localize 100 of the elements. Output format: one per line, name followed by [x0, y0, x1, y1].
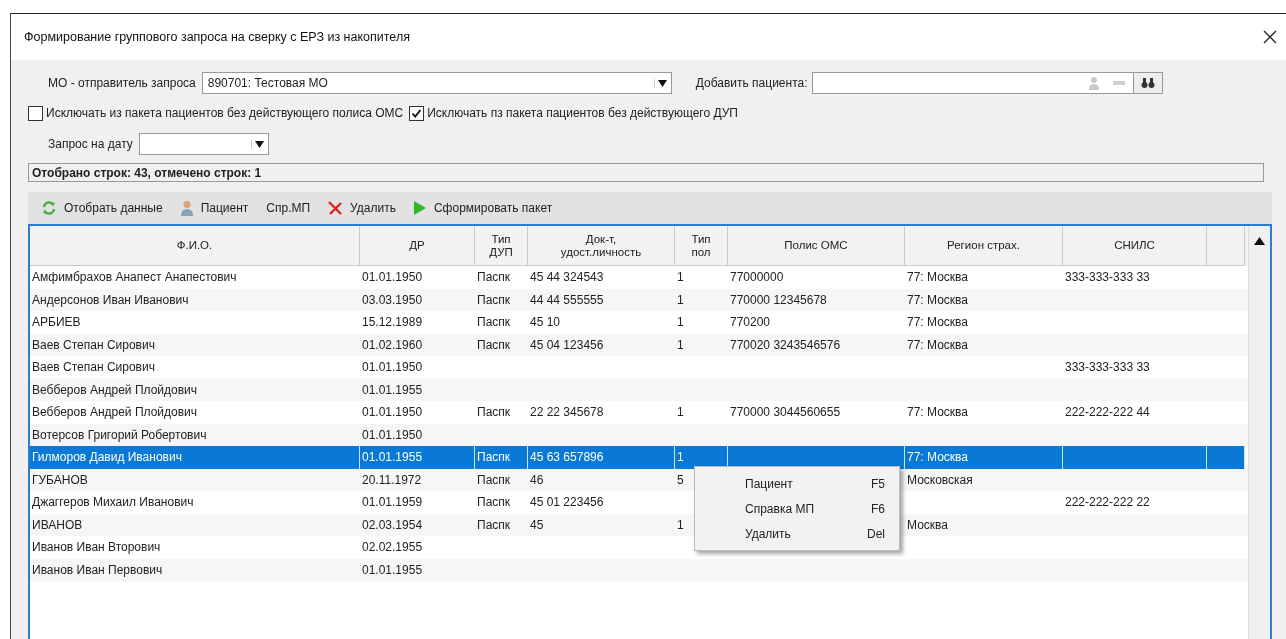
table-cell[interactable]: 77: Москва: [905, 333, 1063, 356]
table-cell[interactable]: Амфимбрахов Анапест Анапестович: [30, 266, 360, 289]
table-cell[interactable]: Вебберов Андрей Плойдович: [30, 378, 360, 401]
table-cell[interactable]: [1063, 446, 1207, 469]
table-cell[interactable]: Паспк: [475, 333, 528, 356]
table-cell[interactable]: 01.01.1955: [360, 558, 475, 581]
table-cell[interactable]: 222-222-222 44: [1063, 401, 1207, 424]
table-cell[interactable]: 01.01.1950: [360, 423, 475, 446]
checkbox[interactable]: [28, 105, 43, 121]
table-cell[interactable]: 333-333-333 33: [1063, 266, 1207, 289]
table-cell[interactable]: Вотерсов Григорий Робертович: [30, 423, 360, 446]
table-cell[interactable]: 1: [675, 311, 728, 334]
table-cell[interactable]: 77: Москва: [905, 446, 1063, 469]
table-cell[interactable]: Вебберов Андрей Плойдович: [30, 401, 360, 424]
table-cell[interactable]: 01.01.1959: [360, 491, 475, 514]
toolbar-button[interactable]: Удалить: [326, 199, 398, 217]
close-icon[interactable]: [1263, 30, 1277, 44]
table-cell[interactable]: [728, 446, 905, 469]
table-cell[interactable]: Гилморов Давид Иванович: [30, 446, 360, 469]
column-header[interactable]: СНИЛС: [1063, 226, 1207, 266]
table-cell[interactable]: [1207, 446, 1245, 469]
column-header[interactable]: Тип пол: [675, 226, 728, 266]
table-cell[interactable]: 770000 3044560655: [728, 401, 905, 424]
refresh-icon: [42, 201, 56, 215]
search-button[interactable]: [1132, 72, 1163, 94]
table-cell[interactable]: Паспк: [475, 266, 528, 289]
table-cell[interactable]: 02.03.1954: [360, 513, 475, 536]
table-cell[interactable]: 1: [675, 266, 728, 289]
table-cell[interactable]: Паспк: [475, 401, 528, 424]
toolbar-button[interactable]: Отобрать данные: [40, 199, 165, 217]
table-cell[interactable]: 77: Москва: [905, 311, 1063, 334]
table-cell[interactable]: АРБИЕВ: [30, 311, 360, 334]
table-cell[interactable]: ГУБАНОВ: [30, 468, 360, 491]
play-icon: [413, 201, 426, 215]
column-header[interactable]: Регион страх.: [905, 226, 1063, 266]
menu-item[interactable]: Справка МП F6: [695, 496, 899, 521]
table-cell[interactable]: 01.01.1950: [360, 401, 475, 424]
table-cell[interactable]: Паспк: [475, 311, 528, 334]
table-cell[interactable]: 77000000: [728, 266, 905, 289]
table-cell[interactable]: Ваев Степан Сирович: [30, 356, 360, 379]
table-cell[interactable]: 01.02.1960: [360, 333, 475, 356]
table-cell[interactable]: 222-222-222 22: [1063, 491, 1207, 514]
table-cell[interactable]: 22 22 345678: [528, 401, 675, 424]
table-cell[interactable]: 46: [528, 468, 675, 491]
menu-item[interactable]: Пациент F5: [695, 471, 899, 496]
delete-icon: [328, 201, 343, 215]
table-cell[interactable]: 1: [675, 333, 728, 356]
table-cell[interactable]: 77: Москва: [905, 401, 1063, 424]
table-cell[interactable]: 1: [675, 401, 728, 424]
toolbar-button[interactable]: Спр.МП: [264, 199, 313, 217]
table-cell[interactable]: Москва: [905, 513, 1063, 536]
table-cell[interactable]: 77: Москва: [905, 288, 1063, 311]
toolbar-button[interactable]: Пациент: [178, 198, 251, 218]
table-cell[interactable]: 333-333-333 33: [1063, 356, 1207, 379]
table-cell[interactable]: 1: [675, 288, 728, 311]
table-cell[interactable]: Московская: [905, 468, 1063, 491]
table-cell[interactable]: 20.11.1972: [360, 468, 475, 491]
table-cell[interactable]: 45 04 123456: [528, 333, 675, 356]
menu-item[interactable]: Удалить Del: [695, 521, 899, 546]
table-cell[interactable]: Паспк: [475, 491, 528, 514]
table-cell[interactable]: Андерсонов Иван Иванович: [30, 288, 360, 311]
table-cell[interactable]: 1: [675, 446, 728, 469]
table-cell[interactable]: 770200: [728, 311, 905, 334]
scroll-up-icon[interactable]: [1254, 236, 1265, 246]
table-cell[interactable]: 45 63 657896: [528, 446, 675, 469]
table-cell[interactable]: 45 01 223456: [528, 491, 675, 514]
toolbar-button[interactable]: Сформировать пакет: [411, 199, 555, 217]
column-header[interactable]: Тип ДУП: [475, 226, 528, 266]
table-cell[interactable]: Паспк: [475, 288, 528, 311]
add-patient-label: Добавить пациента:: [695, 76, 808, 90]
table-cell[interactable]: 45: [528, 513, 675, 536]
sender-dropdown[interactable]: 890701: Тестовая МО: [201, 72, 672, 94]
table-cell[interactable]: 01.01.1955: [360, 378, 475, 401]
column-header[interactable]: ДР: [360, 226, 475, 266]
table-cell[interactable]: 770020 3243546576: [728, 333, 905, 356]
table-cell[interactable]: 01.01.1950: [360, 266, 475, 289]
table-cell[interactable]: Ваев Степан Сирович: [30, 333, 360, 356]
table-cell[interactable]: 45 10: [528, 311, 675, 334]
column-header[interactable]: Ф.И.О.: [30, 226, 360, 266]
table-cell[interactable]: 15.12.1989: [360, 311, 475, 334]
table-cell[interactable]: 03.03.1950: [360, 288, 475, 311]
table-cell[interactable]: ИВАНОВ: [30, 513, 360, 536]
table-cell[interactable]: 02.02.1955: [360, 536, 475, 559]
table-cell[interactable]: Паспк: [475, 446, 528, 469]
table-cell[interactable]: 770000 12345678: [728, 288, 905, 311]
column-header[interactable]: Док-т, удост.личность: [528, 226, 675, 266]
table-cell[interactable]: Паспк: [475, 513, 528, 536]
table-cell[interactable]: 01.01.1955: [360, 446, 475, 469]
table-cell[interactable]: 44 44 555555: [528, 288, 675, 311]
column-header[interactable]: Полис ОМС: [728, 226, 905, 266]
table-cell[interactable]: 77: Москва: [905, 266, 1063, 289]
table-cell[interactable]: Джаггеров Михаил Иванович: [30, 491, 360, 514]
table-cell[interactable]: 45 44 324543: [528, 266, 675, 289]
scrollbar[interactable]: [1248, 226, 1270, 639]
table-cell[interactable]: 01.01.1950: [360, 356, 475, 379]
date-dropdown[interactable]: [138, 133, 269, 155]
checkbox[interactable]: [409, 105, 425, 121]
table-cell[interactable]: Иванов Иван Вторович: [30, 536, 360, 559]
table-cell[interactable]: Иванов Иван Первович: [30, 558, 360, 581]
table-cell[interactable]: Паспк: [475, 468, 528, 491]
